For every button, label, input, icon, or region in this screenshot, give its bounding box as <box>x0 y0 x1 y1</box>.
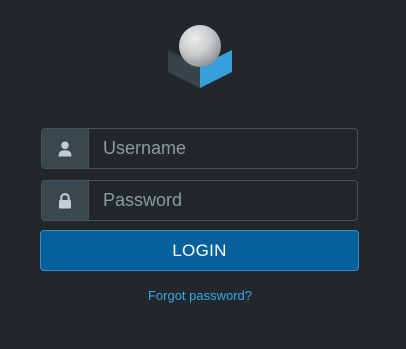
lock-icon <box>42 181 89 220</box>
login-button[interactable]: LOGIN <box>40 230 359 271</box>
forgot-password-link[interactable]: Forgot password? <box>0 288 400 303</box>
roundcube-logo-icon <box>168 25 232 88</box>
user-icon <box>42 129 89 168</box>
username-input[interactable] <box>89 129 357 168</box>
username-field <box>41 128 358 169</box>
password-field <box>41 180 358 221</box>
password-input[interactable] <box>89 181 357 220</box>
